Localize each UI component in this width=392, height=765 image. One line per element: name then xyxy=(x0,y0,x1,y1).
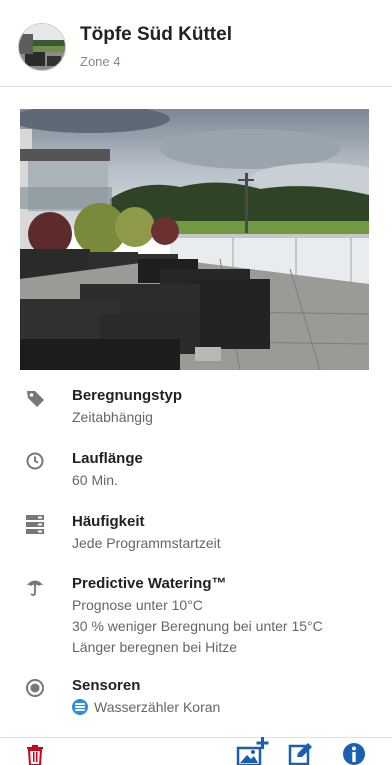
clock-icon xyxy=(24,450,46,472)
detail-value: Zeitabhängig xyxy=(72,409,153,425)
detail-label: Predictive Watering™ xyxy=(72,575,227,592)
detail-value: Jede Programmstartzeit xyxy=(72,535,221,551)
zone-number: Zone 4 xyxy=(80,54,121,69)
detail-label: Beregnungstyp xyxy=(72,387,183,404)
action-bar xyxy=(0,737,392,765)
detail-value: 30 % weniger Beregnung bei unter 15°C xyxy=(72,618,323,634)
zone-avatar xyxy=(18,23,66,71)
detail-value: Prognose unter 10°C xyxy=(72,597,203,613)
server-icon xyxy=(24,513,46,535)
zone-photo[interactable] xyxy=(20,109,369,370)
sensor-entry[interactable]: Wasserzähler Koran xyxy=(72,699,220,715)
detail-label: Lauflänge xyxy=(72,450,143,467)
trash-icon[interactable] xyxy=(24,744,46,765)
info-icon[interactable] xyxy=(342,742,366,765)
zone-header: Töpfe Süd Küttel Zone 4 xyxy=(0,0,392,87)
water-meter-icon xyxy=(72,699,88,715)
add-image-icon[interactable] xyxy=(236,736,270,765)
sensor-name: Wasserzähler Koran xyxy=(94,699,221,715)
edit-icon[interactable] xyxy=(288,742,314,765)
tag-icon xyxy=(24,387,46,409)
detail-label: Häufigkeit xyxy=(72,513,145,530)
sensor-icon xyxy=(24,677,46,699)
detail-value: Länger beregnen bei Hitze xyxy=(72,639,238,655)
umbrella-icon xyxy=(24,575,46,597)
detail-value: 60 Min. xyxy=(72,472,118,488)
zone-title: Töpfe Süd Küttel xyxy=(80,24,232,45)
detail-label: Sensoren xyxy=(72,677,141,694)
